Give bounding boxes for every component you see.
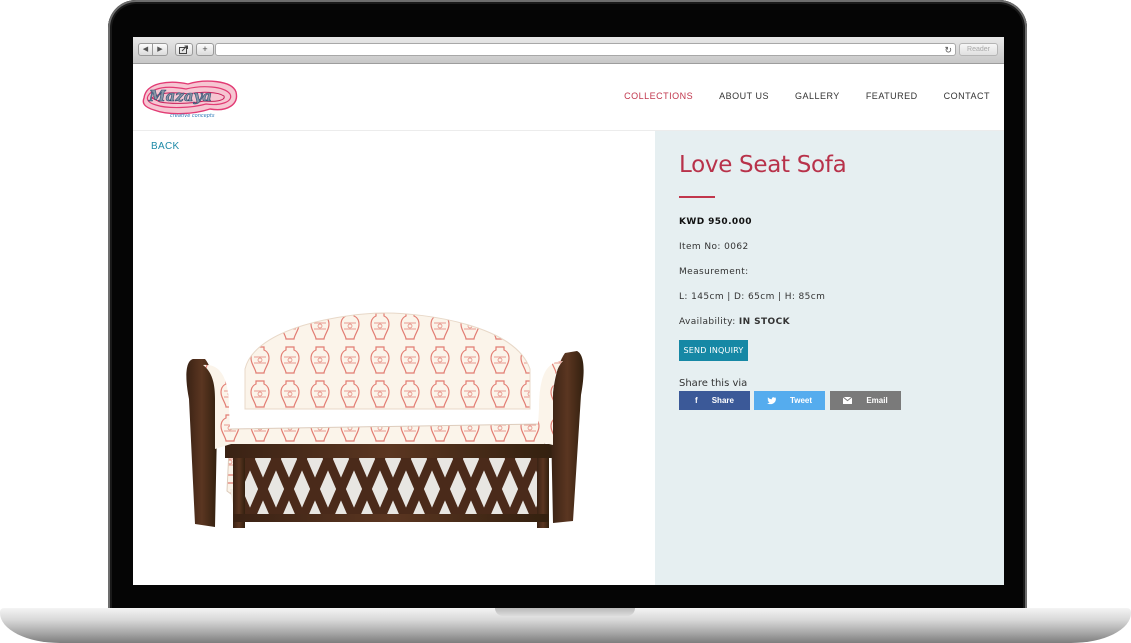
back-icon[interactable]: ◀ xyxy=(138,43,153,56)
availability-label: Availability: xyxy=(679,317,736,327)
title-divider xyxy=(679,196,715,198)
laptop-base xyxy=(0,608,1131,643)
send-inquiry-button[interactable]: SEND INQUIRY xyxy=(679,340,748,361)
forward-icon[interactable]: ▶ xyxy=(153,43,168,56)
address-bar[interactable]: ↻ xyxy=(215,43,956,56)
history-buttons: ◀ ▶ xyxy=(138,43,168,56)
email-share-button[interactable]: Email xyxy=(830,391,901,410)
nav-featured[interactable]: FEATURED xyxy=(866,91,918,101)
nav-contact[interactable]: CONTACT xyxy=(944,91,990,101)
facebook-icon: f xyxy=(695,395,698,405)
availability-row: Availability: IN STOCK xyxy=(679,317,790,327)
main-nav: COLLECTIONS ABOUT US GALLERY FEATURED CO… xyxy=(624,91,990,101)
email-icon xyxy=(843,397,853,404)
site-header: Mazaya creative concepts COLLECTIONS ABO… xyxy=(133,64,1004,131)
svg-text:creative concepts: creative concepts xyxy=(170,113,215,119)
product-price: KWD 950.000 xyxy=(679,217,752,227)
share-label: Share this via xyxy=(679,378,748,389)
product-item-number: Item No: 0062 xyxy=(679,242,749,252)
sofa-image[interactable] xyxy=(185,309,585,534)
share-page-icon[interactable] xyxy=(175,43,193,56)
product-details-pane: Love Seat Sofa KWD 950.000 Item No: 0062… xyxy=(655,131,1004,585)
email-share-label: Email xyxy=(866,396,888,405)
back-link[interactable]: BACK xyxy=(151,141,179,152)
twitter-share-button[interactable]: Tweet xyxy=(754,391,825,410)
nav-about-us[interactable]: ABOUT US xyxy=(719,91,769,101)
screen: ◀ ▶ + ↻ Reader Mazaya creative concepts … xyxy=(133,37,1004,585)
twitter-icon xyxy=(766,396,776,405)
twitter-share-label: Tweet xyxy=(789,396,813,405)
product-measurements: L: 145cm | D: 65cm | H: 85cm xyxy=(679,292,826,302)
share-page-icon xyxy=(179,45,188,54)
nav-gallery[interactable]: GALLERY xyxy=(795,91,840,101)
reload-icon[interactable]: ↻ xyxy=(944,44,952,56)
new-tab-icon[interactable]: + xyxy=(196,43,214,56)
brand-logo[interactable]: Mazaya creative concepts xyxy=(140,76,240,120)
svg-text:Mazaya: Mazaya xyxy=(148,87,212,105)
facebook-share-label: Share xyxy=(711,396,734,405)
facebook-share-button[interactable]: f Share xyxy=(679,391,750,410)
product-title: Love Seat Sofa xyxy=(679,152,847,178)
browser-toolbar: ◀ ▶ + ↻ Reader xyxy=(133,37,1004,64)
measurement-label: Measurement: xyxy=(679,267,749,277)
nav-collections[interactable]: COLLECTIONS xyxy=(624,91,693,101)
availability-status: IN STOCK xyxy=(738,317,790,327)
laptop-notch xyxy=(495,608,635,616)
reader-button[interactable]: Reader xyxy=(959,43,998,56)
product-image-pane: BACK xyxy=(133,131,655,585)
